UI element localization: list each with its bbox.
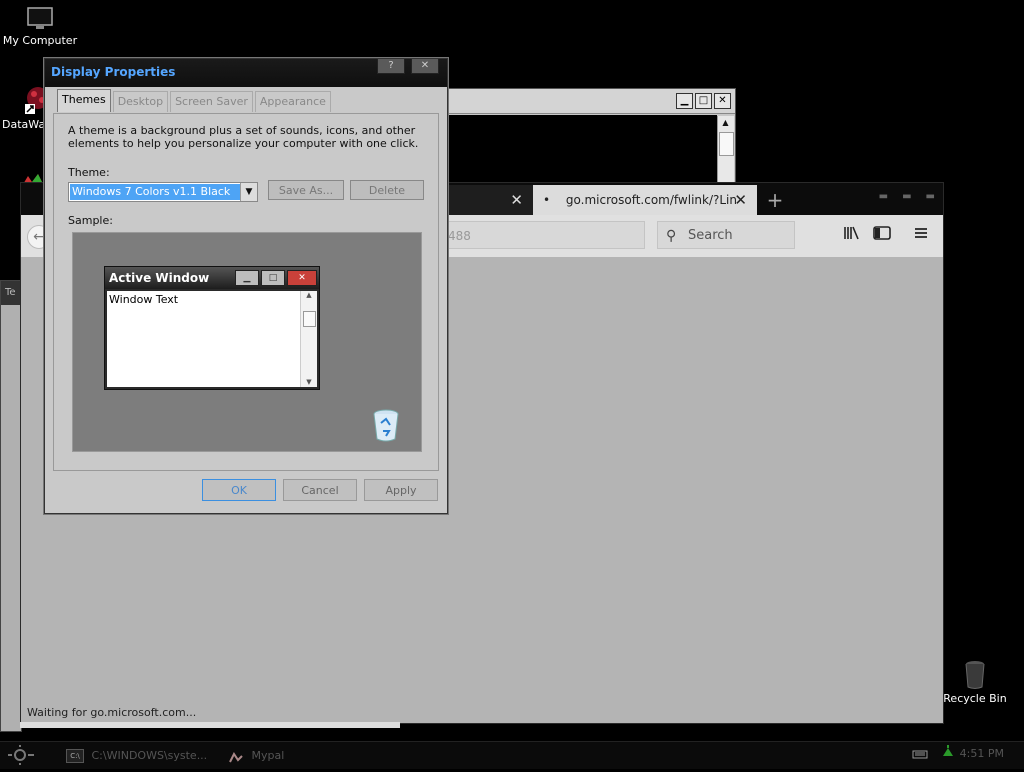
- close-tab-icon[interactable]: ✕: [734, 185, 747, 215]
- sample-window-body: Window Text ▲ ▼: [107, 291, 317, 387]
- tab-appearance[interactable]: Appearance: [254, 91, 331, 112]
- tab-loading-dot-icon: •: [543, 193, 551, 207]
- sample-preview: Active Window ▁ □ ✕ Window Text ▲ ▼: [72, 232, 422, 452]
- theme-description: A theme is a background plus a set of so…: [68, 124, 419, 150]
- theme-dropdown[interactable]: Windows 7 Colors v1.1 Black ▼: [68, 182, 258, 202]
- themes-panel: A theme is a background plus a set of so…: [53, 113, 439, 471]
- keyboard-icon[interactable]: [912, 748, 928, 760]
- sample-window-text: Window Text: [109, 293, 179, 306]
- minimize-icon: ▁: [235, 270, 259, 286]
- desktop-icon-label: My Computer: [2, 34, 78, 47]
- console-icon: C:\: [66, 749, 84, 763]
- console-scrollbar[interactable]: ▲: [717, 116, 734, 188]
- maximize-icon: □: [261, 270, 285, 286]
- scroll-up-arrow-icon[interactable]: ▲: [719, 118, 732, 130]
- search-box[interactable]: ⚲ Search: [657, 221, 795, 249]
- close-button[interactable]: ✕: [714, 93, 731, 109]
- sample-window-title: Active Window: [109, 271, 210, 285]
- taskbar-item-label: Mypal: [251, 749, 285, 762]
- apply-button[interactable]: Apply: [364, 479, 438, 501]
- network-icon[interactable]: [940, 744, 956, 756]
- save-as-button[interactable]: Save As...: [268, 180, 344, 200]
- mypal-icon: [228, 750, 244, 763]
- library-icon[interactable]: [843, 225, 861, 245]
- scroll-thumb[interactable]: [719, 132, 734, 156]
- display-properties-dialog: Display Properties ? ✕ Themes Desktop Sc…: [44, 58, 448, 514]
- trash-icon: [965, 661, 985, 689]
- tab-active[interactable]: • go.microsoft.com/fwlink/?Lin ✕: [533, 185, 757, 215]
- url-text: 488: [448, 229, 471, 243]
- tab-screen-saver[interactable]: Screen Saver: [170, 91, 253, 112]
- window-controls: ▬ ▬ ▬: [879, 191, 935, 202]
- scroll-thumb: [303, 311, 316, 327]
- ok-button[interactable]: OK: [202, 479, 276, 501]
- close-icon[interactable]: ▬: [926, 191, 935, 202]
- close-tab-icon[interactable]: ✕: [510, 185, 523, 215]
- dialog-titlebar[interactable]: Display Properties ? ✕: [45, 59, 447, 87]
- recycle-bin-icon: [373, 409, 399, 442]
- taskbar-item-console[interactable]: C:\ C:\WINDOWS\syste...: [66, 745, 207, 767]
- help-button[interactable]: ?: [377, 59, 405, 74]
- background-window[interactable]: Te: [0, 280, 22, 732]
- minimize-button[interactable]: ▁: [676, 93, 693, 109]
- theme-label: Theme:: [68, 166, 110, 179]
- new-tab-button[interactable]: +: [763, 185, 787, 215]
- tab-inactive[interactable]: ✕: [449, 185, 533, 215]
- url-bar[interactable]: 488: [441, 221, 645, 249]
- clock[interactable]: 4:51 PM: [960, 747, 1004, 760]
- maximize-button[interactable]: □: [695, 93, 712, 109]
- monitor-icon: [27, 7, 53, 29]
- horizontal-scrollbar[interactable]: [20, 722, 400, 728]
- search-icon: ⚲: [666, 228, 677, 244]
- background-window-titlebar: Te: [1, 281, 21, 305]
- maximize-icon[interactable]: ▬: [902, 191, 911, 202]
- tab-themes[interactable]: Themes: [57, 89, 111, 112]
- delete-button[interactable]: Delete: [350, 180, 424, 200]
- start-icon: [8, 745, 34, 765]
- sample-active-window: Active Window ▁ □ ✕ Window Text ▲ ▼: [104, 266, 320, 390]
- cancel-button[interactable]: Cancel: [283, 479, 357, 501]
- taskbar-item-label: C:\WINDOWS\syste...: [91, 749, 208, 762]
- desktop-icon-my-computer[interactable]: My Computer: [0, 6, 80, 47]
- desktop-icon-recycle-bin[interactable]: Recycle Bin: [935, 660, 1015, 705]
- console-window: ▁ □ ✕ ▲: [446, 88, 736, 190]
- tab-desktop[interactable]: Desktop: [112, 91, 169, 112]
- desktop-icon-label: Recycle Bin: [943, 692, 1007, 705]
- close-button[interactable]: ✕: [411, 59, 439, 74]
- menu-icon[interactable]: [913, 225, 929, 245]
- chevron-down-icon[interactable]: ▼: [240, 183, 257, 201]
- dialog-tabs: Themes Desktop Screen Saver Appearance: [57, 89, 333, 112]
- sample-window-titlebar: Active Window ▁ □ ✕: [105, 267, 319, 289]
- console-body[interactable]: [447, 115, 717, 187]
- theme-dropdown-value: Windows 7 Colors v1.1 Black: [70, 184, 240, 200]
- dialog-title: Display Properties: [51, 65, 176, 79]
- sample-scrollbar: ▲ ▼: [300, 291, 317, 387]
- taskbar-item-mypal[interactable]: Mypal: [228, 745, 284, 767]
- taskbar: C:\ C:\WINDOWS\syste... Mypal 4:51 PM: [0, 741, 1024, 769]
- scroll-up-arrow-icon: ▲: [306, 291, 312, 299]
- sample-label: Sample:: [68, 214, 113, 227]
- status-bar: Waiting for go.microsoft.com...: [21, 703, 197, 723]
- scroll-down-arrow-icon: ▼: [306, 378, 312, 386]
- close-icon: ✕: [287, 270, 317, 286]
- sidebar-icon[interactable]: [873, 225, 891, 245]
- console-titlebar: ▁ □ ✕: [447, 89, 735, 114]
- search-placeholder: Search: [688, 228, 733, 243]
- minimize-icon[interactable]: ▬: [879, 191, 888, 202]
- tab-label: go.microsoft.com/fwlink/?Lin: [565, 193, 737, 207]
- start-button[interactable]: [6, 744, 44, 766]
